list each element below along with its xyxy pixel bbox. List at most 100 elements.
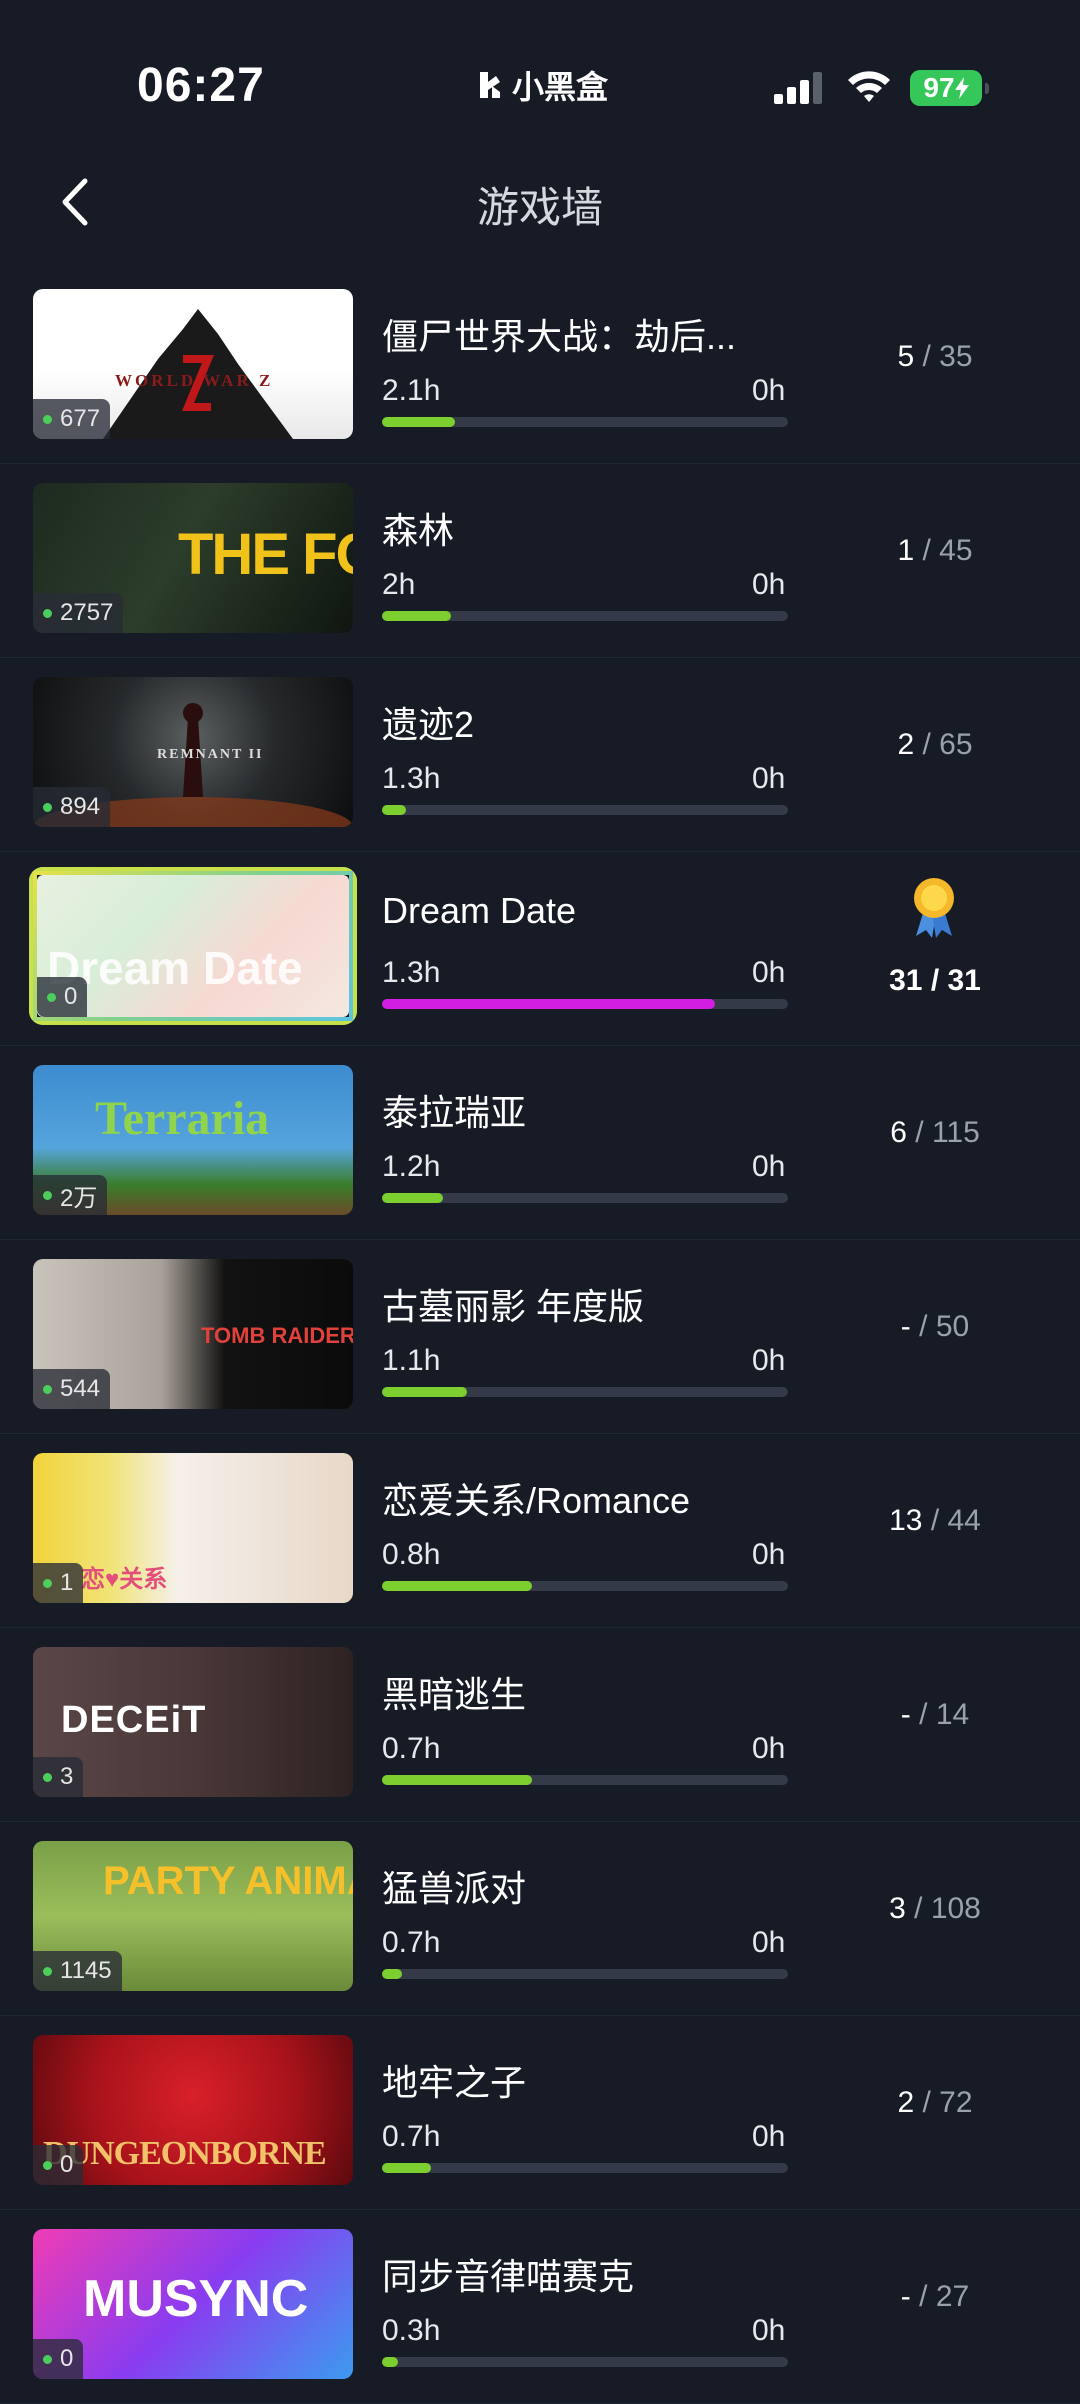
online-dot-icon <box>43 1578 52 1588</box>
carrier-name: 小黑盒 <box>512 69 609 105</box>
achievement-count: - / 14 <box>900 1698 970 1731</box>
game-list: WORLD WAR Z 677 僵尸世界大战：劫后... 2.1h 0h 5 /… <box>0 270 1080 2404</box>
game-cover[interactable]: MUSYNC 0 <box>33 2229 353 2379</box>
owner-count: 1145 <box>60 1957 112 1984</box>
online-dot-icon <box>43 2354 52 2364</box>
achievements-total: 14 <box>935 1698 970 1731</box>
achievements-unlocked: 6 <box>890 1116 907 1149</box>
game-row[interactable]: Terraria 2万 泰拉瑞亚 1.2h 0h 6 / 115 <box>0 1046 1080 1240</box>
achievement-progress-fill <box>382 611 452 621</box>
online-dot-icon <box>43 414 52 424</box>
game-cover[interactable]: PARTY ANIMALS 1145 <box>33 1841 353 1991</box>
cover-logo-text: DUNGEONBORNE <box>43 2135 327 2172</box>
owner-count-badge: 2757 <box>33 593 124 633</box>
achievements-total: 108 <box>930 1892 981 1925</box>
recent-playtime: 0h <box>752 1150 786 1183</box>
total-playtime: 0.7h <box>382 1732 441 1765</box>
game-row[interactable]: DUNGEONBORNE 0 地牢之子 0.7h 0h 2 / 72 <box>0 2016 1080 2210</box>
total-playtime: 1.3h <box>382 956 441 989</box>
wifi-icon <box>848 71 890 102</box>
game-title: 黑暗逃生 <box>382 1674 527 1715</box>
cover-logo-text: REMNANT II <box>157 747 264 762</box>
achievement-progress-bar <box>382 1193 788 1203</box>
recent-playtime: 0h <box>752 1538 786 1571</box>
owner-count: 677 <box>60 405 101 432</box>
game-cover[interactable]: 恋♥关系 1 <box>33 1453 353 1603</box>
owner-count: 0 <box>60 2151 74 2178</box>
game-title: 森林 <box>382 510 455 551</box>
cover-logo-text: THE FOREST <box>178 522 353 587</box>
game-row[interactable]: REMNANT II 894 遗迹2 1.3h 0h 2 / 65 <box>0 658 1080 852</box>
game-row[interactable]: MUSYNC 0 同步音律喵赛克 0.3h 0h - / 27 <box>0 2210 1080 2404</box>
game-title: 泰拉瑞亚 <box>382 1092 527 1133</box>
game-row[interactable]: DECEiT 3 黑暗逃生 0.7h 0h - / 14 <box>0 1628 1080 1822</box>
achievements-unlocked: 2 <box>897 2086 915 2119</box>
game-title: 僵尸世界大战：劫后... <box>382 316 737 357</box>
battery-level: 97 <box>923 72 955 103</box>
total-playtime: 1.2h <box>382 1150 441 1183</box>
medal-icon <box>914 878 954 938</box>
achievement-progress-bar <box>382 1581 788 1591</box>
achievements-unlocked: - <box>900 1698 911 1731</box>
game-cover[interactable]: DUNGEONBORNE 0 <box>33 2035 353 2185</box>
owner-count: 1 <box>60 1569 74 1596</box>
cover-logo-text: MUSYNC <box>83 2270 309 2328</box>
game-title: 同步音律喵赛克 <box>382 2256 635 2297</box>
recent-playtime: 0h <box>752 956 786 989</box>
recent-playtime: 0h <box>752 374 786 407</box>
achievement-progress-bar <box>382 611 788 621</box>
game-cover[interactable]: Dream Date 0 <box>33 871 353 1021</box>
game-cover[interactable]: THE FOREST 2757 <box>33 483 353 633</box>
achievements-total: 27 <box>935 2280 970 2313</box>
game-cover[interactable]: REMNANT II 894 <box>33 677 353 827</box>
achievements-unlocked: 31 <box>889 964 923 997</box>
achievement-count: 2 / 65 <box>897 728 973 761</box>
owner-count: 544 <box>60 1375 101 1402</box>
owner-count: 2万 <box>60 1184 98 1212</box>
owner-count-badge: 544 <box>33 1369 111 1409</box>
achievement-count: 13 / 44 <box>889 1504 981 1537</box>
game-cover[interactable]: Terraria 2万 <box>33 1065 353 1215</box>
achievement-count: - / 27 <box>900 2280 970 2313</box>
recent-playtime: 0h <box>752 2120 786 2153</box>
recent-playtime: 0h <box>752 1732 786 1765</box>
achievements-unlocked: - <box>900 2280 911 2313</box>
game-row[interactable]: PARTY ANIMALS 1145 猛兽派对 0.7h 0h 3 / 108 <box>0 1822 1080 2016</box>
achievements-total: 31 <box>947 964 981 997</box>
game-row[interactable]: TOMB RAIDER 544 古墓丽影 年度版 1.1h 0h - / 50 <box>0 1240 1080 1434</box>
achievement-count: 31 / 31 <box>889 964 981 997</box>
online-dot-icon <box>43 1190 52 1200</box>
game-cover[interactable]: WORLD WAR Z 677 <box>33 289 353 439</box>
owner-count-badge: 677 <box>33 399 111 439</box>
total-playtime: 2h <box>382 568 416 601</box>
achievement-progress-bar <box>382 999 788 1009</box>
recent-playtime: 0h <box>752 1926 786 1959</box>
total-playtime: 0.8h <box>382 1538 441 1571</box>
achievements-total: 65 <box>939 728 973 761</box>
total-playtime: 0.7h <box>382 1926 441 1959</box>
achievement-progress-bar <box>382 1969 788 1979</box>
achievement-progress-fill <box>382 1193 443 1203</box>
achievements-total: 35 <box>939 340 973 373</box>
owner-count-badge: 0 <box>33 2145 84 2185</box>
game-row[interactable]: THE FOREST 2757 森林 2h 0h 1 / 45 <box>0 464 1080 658</box>
status-bar: 06:27 小黑盒 97 <box>0 0 1080 170</box>
game-row[interactable]: 恋♥关系 1 恋爱关系/Romance 0.8h 0h 13 / 44 <box>0 1434 1080 1628</box>
game-title: 遗迹2 <box>382 704 475 745</box>
game-row[interactable]: Dream Date 0 Dream Date 1.3h 0h 31 / 31 <box>0 852 1080 1046</box>
game-cover[interactable]: DECEiT 3 <box>33 1647 353 1797</box>
achievement-progress-fill <box>382 1581 533 1591</box>
achievement-progress-fill <box>382 805 407 815</box>
game-cover[interactable]: TOMB RAIDER 544 <box>33 1259 353 1409</box>
heybox-logo-icon <box>480 72 500 98</box>
online-dot-icon <box>43 1966 52 1976</box>
achievement-progress-fill <box>382 417 456 427</box>
game-title: 地牢之子 <box>382 2062 527 2103</box>
owner-count-badge: 0 <box>33 2339 84 2379</box>
achievements-total: 72 <box>939 2086 973 2119</box>
game-row[interactable]: WORLD WAR Z 677 僵尸世界大战：劫后... 2.1h 0h 5 /… <box>0 270 1080 464</box>
nav-bar: 游戏墙 <box>0 150 1080 250</box>
achievements-total: 45 <box>939 534 973 567</box>
achievement-count: 5 / 35 <box>897 340 973 373</box>
achievement-progress-bar <box>382 805 788 815</box>
